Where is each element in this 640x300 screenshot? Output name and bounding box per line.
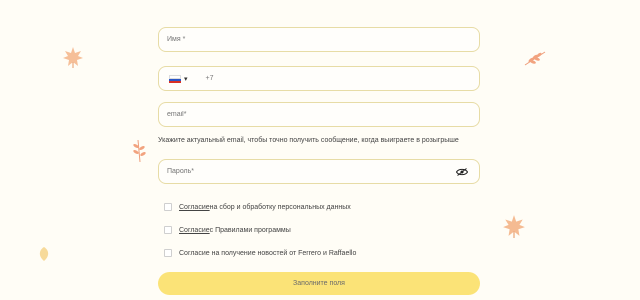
- consent-row-personal-data: Согласие на сбор и обработку персональны…: [164, 203, 351, 211]
- consent-row-news: Согласие на получение новостей от Ferrer…: [164, 249, 356, 257]
- email-input[interactable]: [167, 103, 479, 126]
- consent-checkbox[interactable]: [164, 203, 172, 211]
- consent-checkbox[interactable]: [164, 249, 172, 257]
- consent-link[interactable]: Согласие: [179, 227, 210, 234]
- leaf-icon: [39, 247, 49, 261]
- password-input[interactable]: [167, 160, 479, 183]
- submit-button[interactable]: Заполните поля: [158, 272, 480, 295]
- phone-code: +7: [205, 75, 214, 82]
- flag-russia-icon[interactable]: [169, 74, 181, 83]
- consent-text: на сбор и обработку персональных данных: [209, 203, 351, 211]
- name-input[interactable]: [167, 28, 479, 51]
- name-field[interactable]: [158, 27, 480, 52]
- email-field[interactable]: [158, 102, 480, 127]
- email-hint: Укажите актуальный email, чтобы точно по…: [158, 137, 459, 144]
- phone-field[interactable]: ▾ +7: [158, 66, 480, 91]
- consent-checkbox[interactable]: [164, 226, 172, 234]
- consent-text: с Правилами программы: [209, 226, 291, 234]
- eye-hidden-icon[interactable]: [456, 168, 468, 176]
- wheat-leaf-icon: [524, 51, 546, 66]
- wheat-leaf-icon: [133, 139, 146, 163]
- maple-leaf-icon: [503, 215, 525, 238]
- maple-leaf-icon: [63, 47, 83, 68]
- consent-link[interactable]: Согласие: [179, 204, 210, 211]
- chevron-down-icon[interactable]: ▾: [184, 75, 188, 83]
- password-field[interactable]: [158, 159, 480, 184]
- consent-text: Согласие на получение новостей от Ferrer…: [179, 249, 357, 257]
- consent-row-rules: Согласие с Правилами программы: [164, 226, 291, 234]
